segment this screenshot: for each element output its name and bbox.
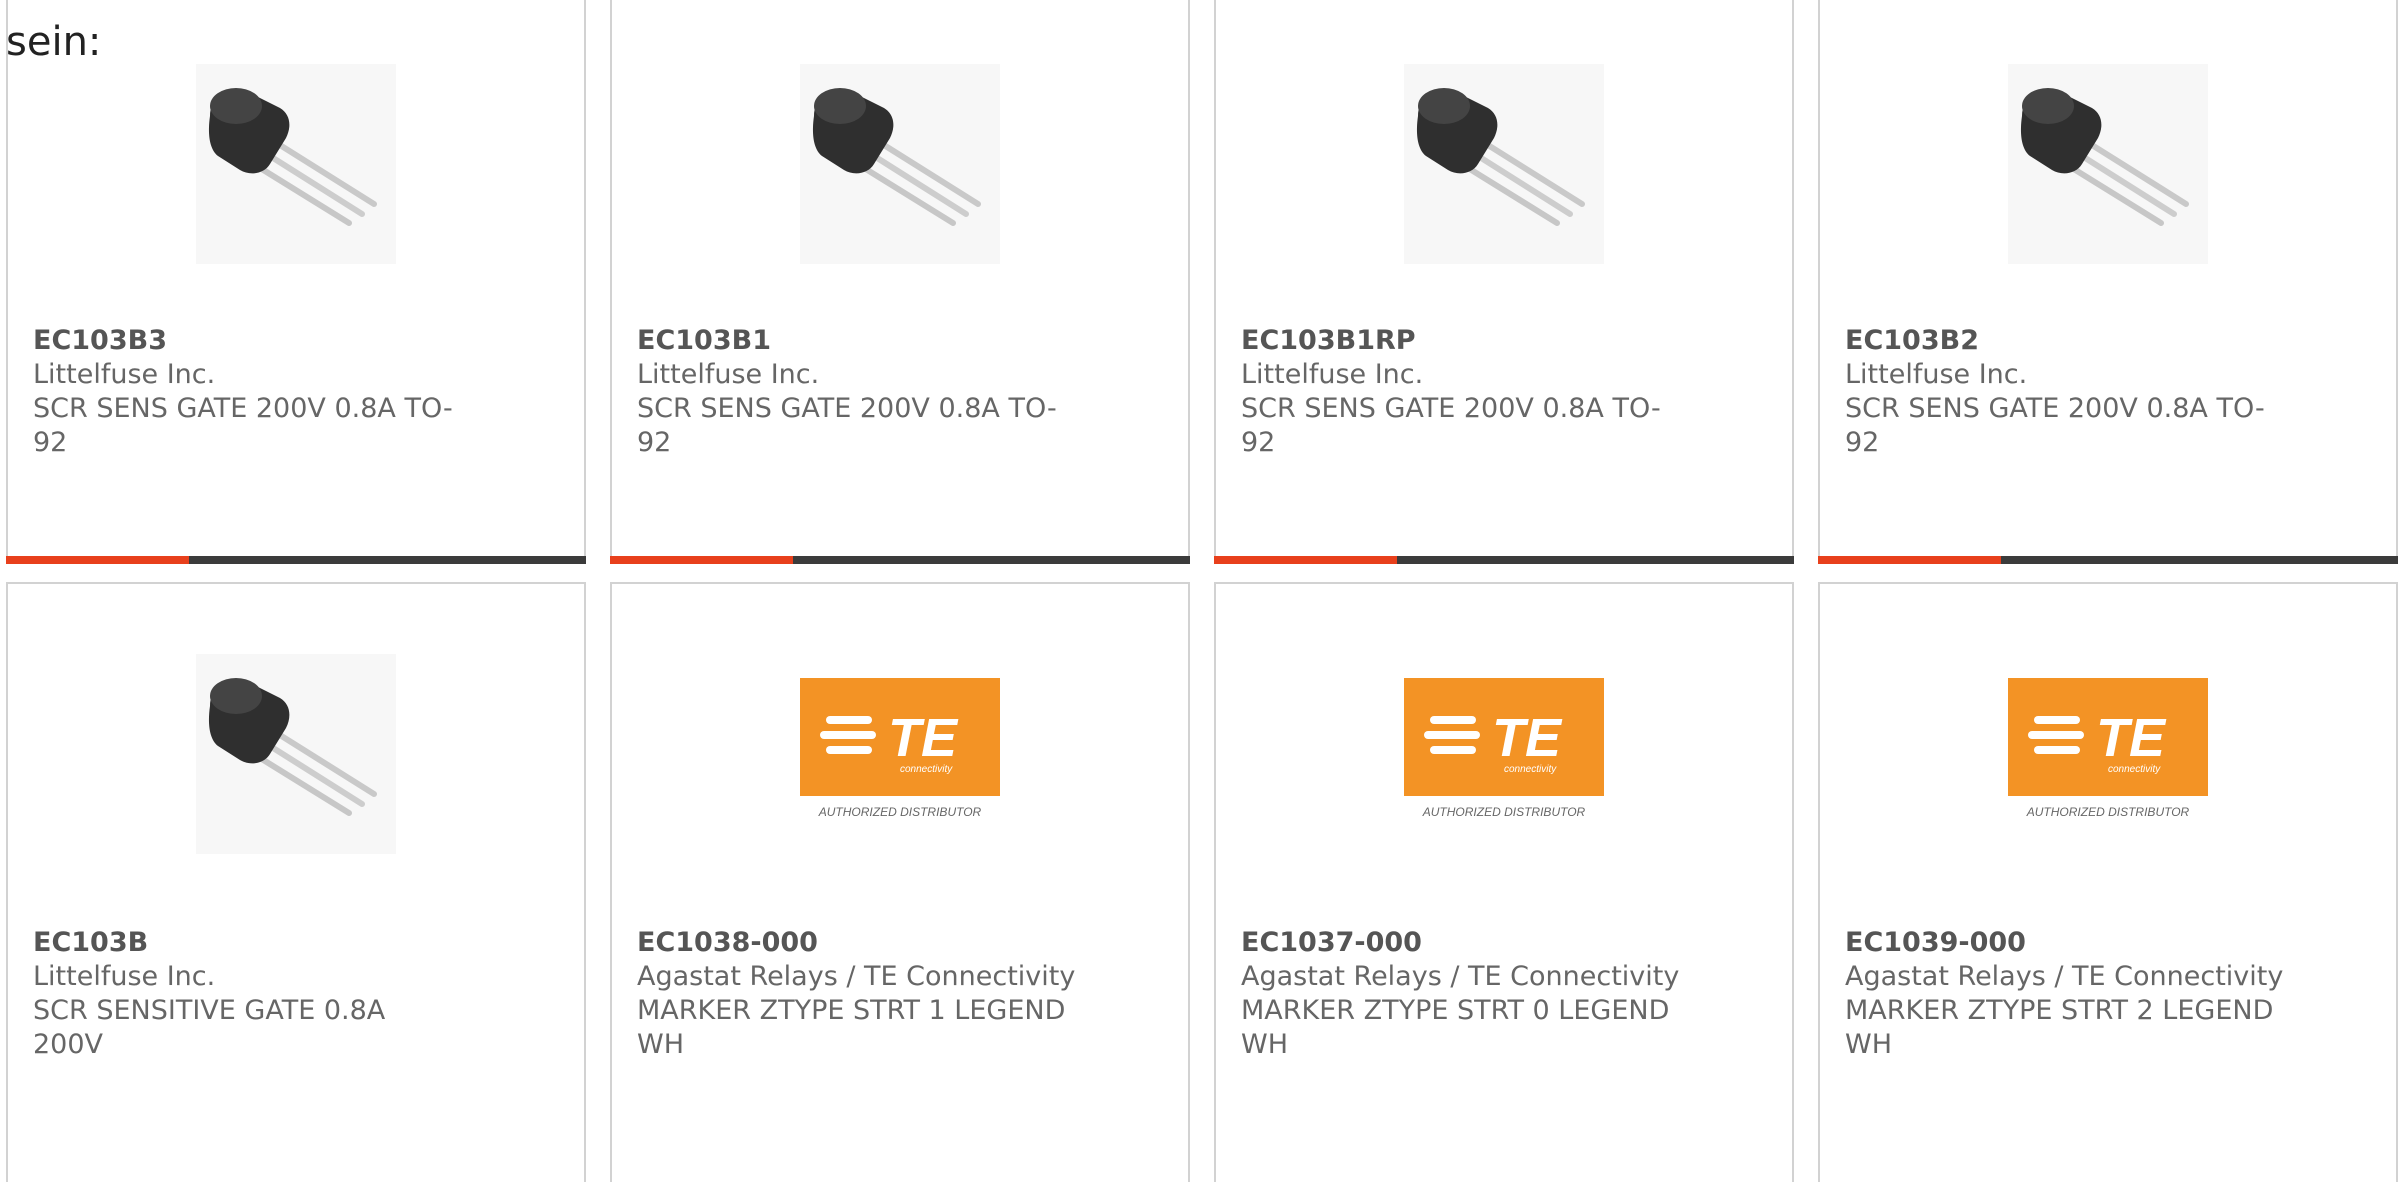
part-number-link[interactable]: EC1037-000: [1241, 926, 1422, 960]
part-number-link[interactable]: EC1039-000: [1845, 926, 2026, 960]
product-image[interactable]: TE connectivity AUTHORIZED DISTRIBUTOR: [800, 654, 1000, 854]
product-card[interactable]: EC103B1 Littelfuse Inc. SCR SENS GATE 200V…: [610, 0, 1190, 564]
product-card[interactable]: EC103B1RP Littelfuse Inc. SCR SENS GATE 20…: [1214, 0, 1794, 564]
product-card[interactable]: TE connectivity AUTHORIZED DISTRIBUTOR E…: [1214, 582, 1794, 1182]
product-description: SCR SENS GATE 200V 0.8A TO-92: [33, 393, 453, 458]
card-progress-fill: [1818, 556, 2002, 564]
part-number-link[interactable]: EC103B: [33, 926, 148, 960]
card-progress-bar: [610, 556, 1190, 564]
manufacturer-name: Littelfuse Inc.: [1845, 359, 2028, 390]
te-connectivity-logo-icon: TE connectivity AUTHORIZED DISTRIBUTOR: [2008, 654, 2208, 854]
manufacturer-name: Agastat Relays / TE Connectivity: [1241, 961, 1680, 992]
authorized-distributor-caption: AUTHORIZED DISTRIBUTOR: [818, 805, 982, 819]
part-number-link[interactable]: EC103B1: [637, 324, 771, 358]
to92-transistor-icon: [2008, 64, 2208, 264]
part-number-link[interactable]: EC103B2: [1845, 324, 1979, 358]
product-card[interactable]: EC103B3 Littelfuse Inc. SCR SENS GATE 200V…: [6, 0, 586, 564]
to92-transistor-icon: [196, 654, 396, 854]
manufacturer-name: Littelfuse Inc.: [1241, 359, 1424, 390]
part-number-link[interactable]: EC1038-000: [637, 926, 818, 960]
product-description: MARKER ZTYPE STRT 1 LEGEND WH: [637, 995, 1066, 1060]
product-image[interactable]: [1404, 64, 1604, 264]
card-progress-fill: [6, 556, 190, 564]
to92-transistor-icon: [800, 64, 1000, 264]
product-description: MARKER ZTYPE STRT 2 LEGEND WH: [1845, 995, 2274, 1060]
authorized-distributor-caption: AUTHORIZED DISTRIBUTOR: [2026, 805, 2190, 819]
te-tagline: connectivity: [900, 764, 953, 775]
product-image[interactable]: TE connectivity AUTHORIZED DISTRIBUTOR: [1404, 654, 1604, 854]
product-image[interactable]: TE connectivity AUTHORIZED DISTRIBUTOR: [2008, 654, 2208, 854]
manufacturer-name: Littelfuse Inc.: [33, 359, 216, 390]
te-tagline: connectivity: [1504, 764, 1557, 775]
te-tagline: connectivity: [2108, 764, 2161, 775]
to92-transistor-icon: [1404, 64, 1604, 264]
product-description: SCR SENS GATE 200V 0.8A TO-92: [637, 393, 1057, 458]
te-wordmark: TE: [888, 708, 959, 768]
part-number-link[interactable]: EC103B3: [33, 324, 167, 358]
product-description: SCR SENS GATE 200V 0.8A TO-92: [1845, 393, 2265, 458]
product-card[interactable]: TE connectivity AUTHORIZED DISTRIBUTOR E…: [1818, 582, 2398, 1182]
manufacturer-name: Agastat Relays / TE Connectivity: [637, 961, 1076, 992]
manufacturer-name: Littelfuse Inc.: [33, 961, 216, 992]
to92-transistor-icon: [196, 64, 396, 264]
te-connectivity-logo-icon: TE connectivity AUTHORIZED DISTRIBUTOR: [800, 654, 1000, 854]
te-connectivity-logo-icon: TE connectivity AUTHORIZED DISTRIBUTOR: [1404, 654, 1604, 854]
product-description: SCR SENSITIVE GATE 0.8A 200V: [33, 995, 386, 1060]
product-image[interactable]: [196, 654, 396, 854]
card-progress-bar: [1214, 556, 1794, 564]
product-card[interactable]: EC103B2 Littelfuse Inc. SCR SENS GATE 200V…: [1818, 0, 2398, 564]
product-card[interactable]: TE connectivity AUTHORIZED DISTRIBUTOR E…: [610, 582, 1190, 1182]
card-progress-fill: [1214, 556, 1398, 564]
intro-text: sein:: [6, 19, 102, 65]
manufacturer-name: Littelfuse Inc.: [637, 359, 820, 390]
product-description: SCR SENS GATE 200V 0.8A TO-92: [1241, 393, 1661, 458]
card-progress-bar: [6, 556, 586, 564]
card-progress-bar: [1818, 556, 2398, 564]
te-wordmark: TE: [2096, 708, 2167, 768]
card-progress-fill: [610, 556, 794, 564]
product-image[interactable]: [800, 64, 1000, 264]
product-description: MARKER ZTYPE STRT 0 LEGEND WH: [1241, 995, 1670, 1060]
manufacturer-name: Agastat Relays / TE Connectivity: [1845, 961, 2284, 992]
product-image[interactable]: [196, 64, 396, 264]
authorized-distributor-caption: AUTHORIZED DISTRIBUTOR: [1422, 805, 1586, 819]
product-card[interactable]: EC103B Littelfuse Inc. SCR SENSITIVE GATE …: [6, 582, 586, 1182]
te-wordmark: TE: [1492, 708, 1563, 768]
part-number-link[interactable]: EC103B1RP: [1241, 324, 1416, 358]
product-image[interactable]: [2008, 64, 2208, 264]
